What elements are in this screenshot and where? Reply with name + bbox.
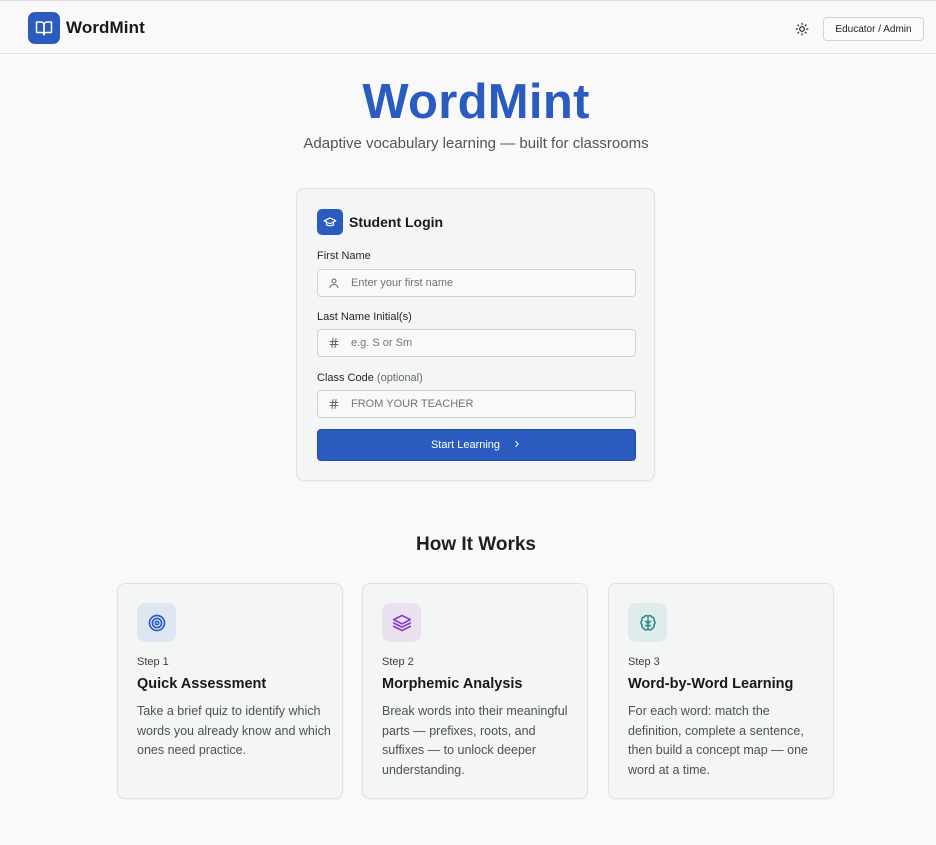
step-number: Step 2 — [382, 656, 414, 668]
class-code-label-text: Class Code — [317, 372, 374, 384]
step-number: Step 3 — [628, 656, 660, 668]
class-code-label: Class Code (optional) — [317, 372, 423, 384]
chevron-right-icon — [512, 439, 522, 452]
last-initial-label: Last Name Initial(s) — [317, 311, 412, 323]
first-name-input[interactable] — [350, 270, 635, 296]
step-title: Word-by-Word Learning — [628, 676, 794, 692]
step-description: For each word: match the definition, com… — [628, 704, 808, 777]
student-login-card: Student Login First Name Last Name Initi… — [296, 188, 655, 481]
how-it-works-title: How It Works — [416, 534, 536, 555]
hero-title: WordMint — [362, 75, 590, 129]
hash-icon — [318, 398, 350, 410]
class-code-input[interactable] — [350, 391, 635, 417]
start-learning-label: Start Learning — [430, 439, 501, 451]
login-card-header: Student Login — [317, 209, 443, 235]
last-initial-input[interactable] — [350, 330, 635, 356]
step-card-1: Step 1 Quick Assessment Take a brief qui… — [117, 583, 343, 799]
hash-icon — [318, 337, 350, 349]
user-icon — [318, 277, 350, 289]
start-learning-button[interactable]: Start Learning — [317, 429, 636, 461]
last-initial-field[interactable] — [317, 329, 636, 357]
top-navbar: WordMint Educator / Admin — [0, 0, 936, 54]
brand[interactable]: WordMint — [28, 12, 145, 44]
first-name-field[interactable] — [317, 269, 636, 297]
first-name-label: First Name — [317, 250, 371, 262]
step-description: Take a brief quiz to identify which word… — [137, 704, 331, 757]
target-icon — [137, 603, 176, 642]
educator-admin-button[interactable]: Educator / Admin — [823, 17, 924, 41]
open-book-icon — [28, 12, 60, 44]
step-title: Quick Assessment — [137, 676, 267, 692]
layers-icon — [382, 603, 421, 642]
step-card-3: Step 3 Word-by-Word Learning For each wo… — [608, 583, 834, 799]
class-code-field[interactable] — [317, 390, 636, 418]
optional-hint: (optional) — [376, 372, 423, 384]
hero-subtitle: Adaptive vocabulary learning — built for… — [303, 135, 649, 152]
brain-icon — [628, 603, 667, 642]
sun-icon[interactable] — [793, 20, 811, 38]
brand-name: WordMint — [66, 18, 145, 37]
login-title: Student Login — [349, 214, 444, 230]
step-card-2: Step 2 Morphemic Analysis Break words in… — [362, 583, 588, 799]
step-number: Step 1 — [137, 656, 169, 668]
step-description: Break words into their meaningful parts … — [382, 704, 568, 777]
graduation-cap-icon — [317, 209, 343, 235]
step-title: Morphemic Analysis — [382, 676, 523, 692]
